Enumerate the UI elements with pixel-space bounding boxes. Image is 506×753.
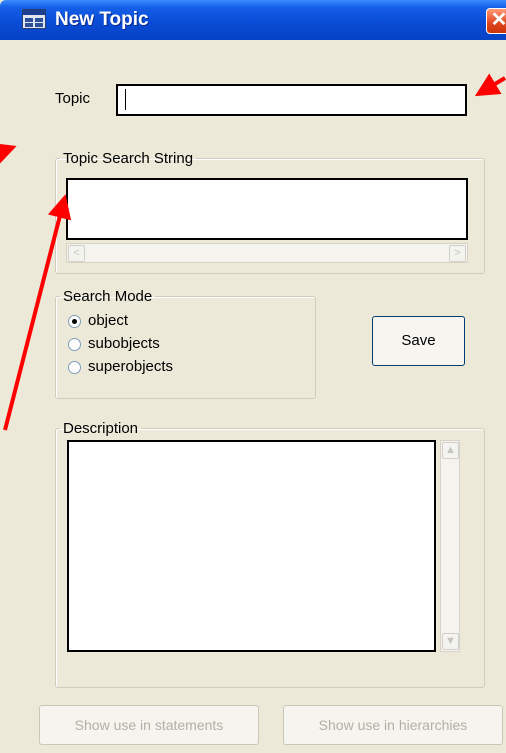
- arrow-to-search-group: [0, 142, 17, 166]
- arrow-to-topic-input: [474, 73, 506, 97]
- annotation-arrows: [0, 73, 506, 431]
- arrow-to-search-input: [3, 194, 72, 431]
